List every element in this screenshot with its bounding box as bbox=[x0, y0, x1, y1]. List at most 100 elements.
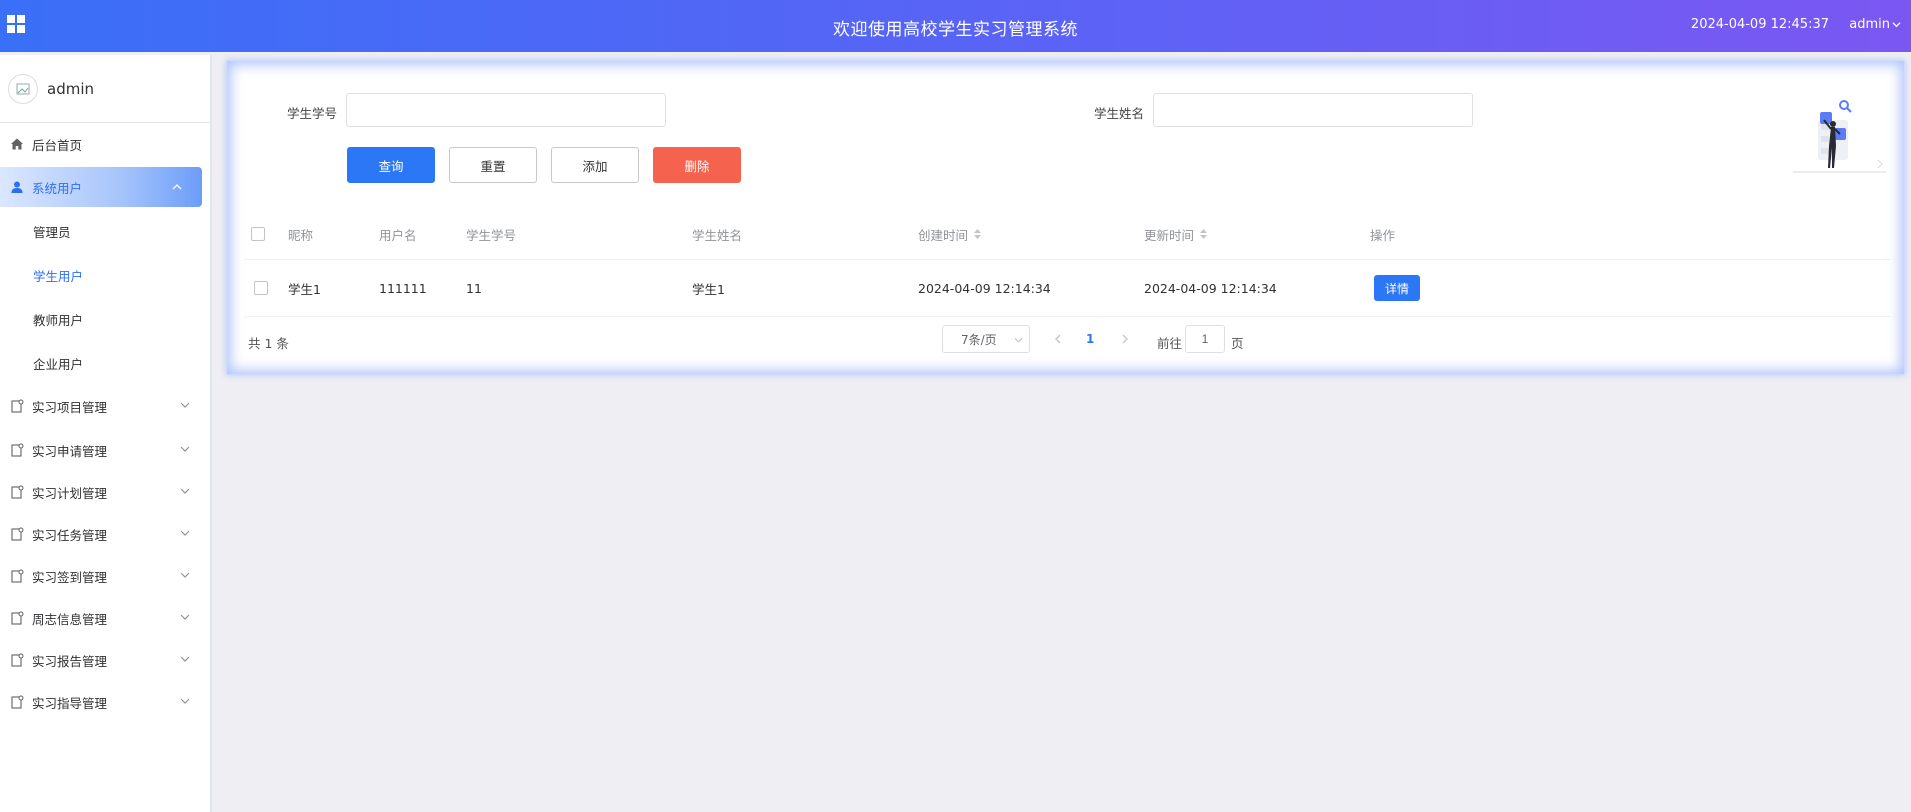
cell-nickname: 学生1 bbox=[288, 281, 321, 297]
cell-updated: 2024-04-09 12:14:34 bbox=[1144, 280, 1277, 296]
cell-student-no: 11 bbox=[466, 280, 482, 296]
table-header: 昵称 用户名 学生学号 学生姓名 创建时间 更新时间 操作 bbox=[244, 209, 1890, 260]
chevron-down-icon bbox=[180, 698, 190, 704]
sidebar-item-weekly-log[interactable]: 周志信息管理 bbox=[0, 597, 210, 639]
sort-icon[interactable] bbox=[1200, 229, 1208, 239]
student-table: 昵称 用户名 学生学号 学生姓名 创建时间 更新时间 操作 学生1 111111… bbox=[244, 209, 1890, 317]
sort-icon[interactable] bbox=[974, 229, 982, 239]
cell-created: 2024-04-09 12:14:34 bbox=[918, 280, 1051, 296]
add-button[interactable]: 添加 bbox=[551, 147, 639, 183]
chevron-down-icon bbox=[180, 530, 190, 536]
sidebar-username: admin bbox=[47, 79, 94, 98]
doc-icon bbox=[10, 653, 24, 667]
col-updated[interactable]: 更新时间 bbox=[1144, 209, 1208, 259]
sidebar-item-label: 后台首页 bbox=[32, 137, 83, 153]
delete-button[interactable]: 删除 bbox=[653, 147, 741, 183]
cell-action: 详情 bbox=[1374, 260, 1420, 316]
row-select-cell bbox=[254, 260, 268, 316]
broken-image-icon bbox=[16, 83, 30, 94]
sidebar-profile: admin bbox=[0, 55, 210, 123]
sidebar-item-internship-checkin[interactable]: 实习签到管理 bbox=[0, 555, 210, 597]
goto-suffix: 页 bbox=[1231, 336, 1244, 351]
next-page-icon[interactable] bbox=[1120, 334, 1130, 344]
doc-icon bbox=[10, 569, 24, 583]
chevron-down-icon bbox=[180, 446, 190, 452]
prev-page-icon[interactable] bbox=[1053, 334, 1063, 344]
cell-username: 111111 bbox=[379, 280, 427, 296]
select-all-cell bbox=[251, 209, 265, 259]
page-size-select[interactable]: 7条/页 bbox=[942, 325, 1030, 353]
user-icon bbox=[10, 180, 24, 194]
sidebar-item-internship-project[interactable]: 实习项目管理 bbox=[0, 385, 210, 427]
table-row: 学生1 111111 11 学生1 2024-04-09 12:14:34 20… bbox=[244, 260, 1890, 317]
goto-page-input[interactable] bbox=[1185, 325, 1225, 353]
sidebar-item-label: 实习报告管理 bbox=[32, 653, 108, 669]
sidebar-item-label: 实习指导管理 bbox=[32, 695, 108, 711]
chevron-down-icon bbox=[180, 656, 190, 662]
sidebar-subitem-admin[interactable]: 管理员 bbox=[0, 209, 210, 253]
page-size-value: 7条/页 bbox=[961, 332, 997, 347]
sidebar-subitem-company-users[interactable]: 企业用户 bbox=[0, 341, 210, 385]
chevron-down-icon bbox=[180, 488, 190, 494]
sidebar-subitem-student-users[interactable]: 学生用户 bbox=[0, 253, 210, 297]
sidebar-item-home[interactable]: 后台首页 bbox=[0, 123, 210, 165]
doc-icon bbox=[10, 399, 24, 413]
user-menu-label: admin bbox=[1849, 17, 1890, 32]
col-username: 用户名 bbox=[379, 227, 417, 243]
user-menu[interactable]: admin bbox=[1849, 17, 1901, 32]
doc-icon bbox=[10, 527, 24, 541]
query-button[interactable]: 查询 bbox=[347, 147, 435, 183]
col-created[interactable]: 创建时间 bbox=[918, 209, 982, 259]
col-student-name: 学生姓名 bbox=[692, 227, 743, 243]
reset-button[interactable]: 重置 bbox=[449, 147, 537, 183]
sidebar-subitem-teacher-users[interactable]: 教师用户 bbox=[0, 297, 210, 341]
sidebar-item-internship-report[interactable]: 实习报告管理 bbox=[0, 639, 210, 681]
sidebar-item-internship-application[interactable]: 实习申请管理 bbox=[0, 429, 210, 471]
chevron-down-icon bbox=[1892, 22, 1901, 28]
col-nickname: 昵称 bbox=[288, 227, 314, 243]
select-all-checkbox[interactable] bbox=[251, 227, 265, 241]
student-name-label: 学生姓名 bbox=[1094, 106, 1145, 121]
sidebar-item-label: 实习签到管理 bbox=[32, 569, 108, 585]
search-illustration bbox=[1793, 100, 1886, 173]
col-updated-label: 更新时间 bbox=[1144, 227, 1195, 243]
student-no-label: 学生学号 bbox=[287, 106, 338, 121]
sidebar-item-internship-task[interactable]: 实习任务管理 bbox=[0, 513, 210, 555]
sidebar-item-label: 实习计划管理 bbox=[32, 485, 108, 501]
sidebar: admin 后台首页 系统用户 管理员 学生用户 教师用户 企业用户 实习项目管… bbox=[0, 55, 212, 812]
doc-icon bbox=[10, 485, 24, 499]
sidebar-item-system-users[interactable]: 系统用户 bbox=[0, 167, 202, 207]
avatar bbox=[8, 73, 38, 104]
page-number-current[interactable]: 1 bbox=[1086, 332, 1094, 346]
pagination: 共 1 条 7条/页 1 前往 页 bbox=[227, 325, 1904, 355]
top-header: 欢迎使用高校学生实习管理系统 2024-04-09 12:45:37 admin bbox=[0, 0, 1911, 52]
sidebar-item-internship-plan[interactable]: 实习计划管理 bbox=[0, 471, 210, 513]
sidebar-item-label: 实习任务管理 bbox=[32, 527, 108, 543]
sidebar-item-internship-guidance[interactable]: 实习指导管理 bbox=[0, 681, 210, 723]
col-student-no: 学生学号 bbox=[466, 227, 517, 243]
home-icon bbox=[10, 137, 24, 151]
student-no-input[interactable] bbox=[346, 93, 666, 127]
pagination-total: 共 1 条 bbox=[248, 336, 289, 351]
sidebar-item-label: 周志信息管理 bbox=[32, 611, 108, 627]
goto-label: 前往 bbox=[1157, 336, 1183, 351]
doc-icon bbox=[10, 611, 24, 625]
doc-icon bbox=[10, 695, 24, 709]
sidebar-item-label: 实习项目管理 bbox=[32, 399, 108, 415]
chevron-up-icon bbox=[172, 184, 182, 190]
app-title: 欢迎使用高校学生实习管理系统 bbox=[833, 20, 1078, 40]
detail-button[interactable]: 详情 bbox=[1374, 275, 1420, 301]
chevron-down-icon bbox=[180, 572, 190, 578]
chevron-down-icon bbox=[1014, 337, 1023, 343]
header-datetime: 2024-04-09 12:45:37 bbox=[1690, 17, 1829, 32]
col-created-label: 创建时间 bbox=[918, 227, 969, 243]
main-panel: 学生学号 学生姓名 查询 重置 添加 删除 昵称 用户名 学生学号 学生姓名 创… bbox=[226, 60, 1905, 375]
chevron-down-icon bbox=[180, 402, 190, 408]
doc-icon bbox=[10, 443, 24, 457]
row-checkbox[interactable] bbox=[254, 281, 268, 295]
cell-student-name: 学生1 bbox=[692, 281, 725, 297]
col-action: 操作 bbox=[1370, 227, 1396, 243]
sidebar-item-label: 实习申请管理 bbox=[32, 443, 108, 459]
student-name-input[interactable] bbox=[1153, 93, 1473, 127]
sidebar-item-label: 系统用户 bbox=[32, 180, 83, 196]
